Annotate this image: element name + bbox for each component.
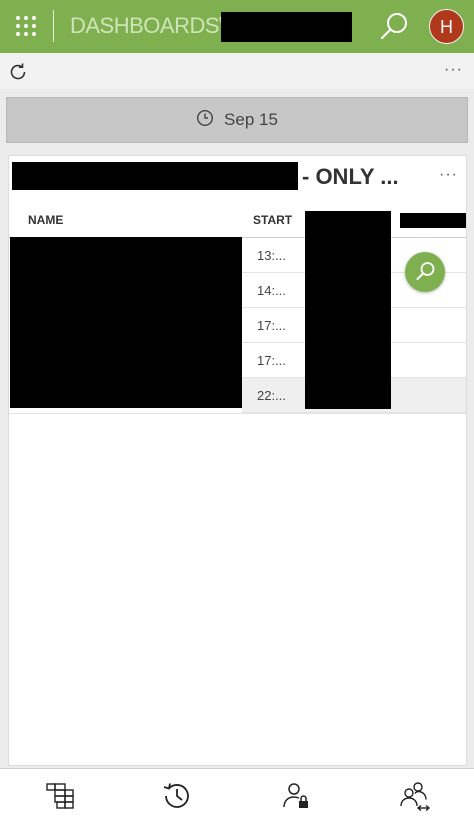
bottom-nav xyxy=(0,768,474,823)
search-icon[interactable] xyxy=(378,11,410,43)
start-cell: 17:... xyxy=(257,318,286,333)
start-cell: 17:... xyxy=(257,353,286,368)
redacted-name-column xyxy=(10,237,242,408)
history-icon[interactable] xyxy=(160,779,194,813)
top-bar: DASHBOARDS\ H xyxy=(0,0,474,53)
redacted-title xyxy=(221,12,352,42)
report-card: - ONLY ... ··· NAME START 13:... 14:... … xyxy=(8,155,467,766)
dashboard-icon[interactable] xyxy=(43,779,77,813)
date-filter-button[interactable]: Sep 15 xyxy=(6,97,468,143)
card-title: - ONLY ... xyxy=(302,164,399,189)
refresh-icon[interactable] xyxy=(7,61,29,83)
date-label: Sep 15 xyxy=(224,110,278,129)
user-lock-icon[interactable] xyxy=(279,779,313,813)
table-bottom-line xyxy=(9,413,466,414)
user-switch-icon[interactable] xyxy=(398,779,432,813)
toolbar: ··· xyxy=(0,53,474,89)
redacted-data-column xyxy=(305,211,391,409)
redacted-card-title xyxy=(12,162,298,190)
app-title: DASHBOARDS\ xyxy=(70,13,225,38)
card-more-button[interactable]: ··· xyxy=(439,166,458,184)
search-fab[interactable] xyxy=(405,252,445,292)
clock-icon xyxy=(196,109,214,132)
start-cell: 22:... xyxy=(257,388,286,403)
start-cell: 13:... xyxy=(257,248,286,263)
column-header-start[interactable]: START xyxy=(253,213,292,227)
avatar[interactable]: H xyxy=(429,9,464,44)
start-cell: 14:... xyxy=(257,283,286,298)
toolbar-more-button[interactable]: ··· xyxy=(444,61,463,79)
redacted-column-header xyxy=(400,213,466,228)
column-header-name[interactable]: NAME xyxy=(28,213,63,227)
header-divider xyxy=(53,10,54,42)
app-grid-icon[interactable] xyxy=(12,12,40,40)
